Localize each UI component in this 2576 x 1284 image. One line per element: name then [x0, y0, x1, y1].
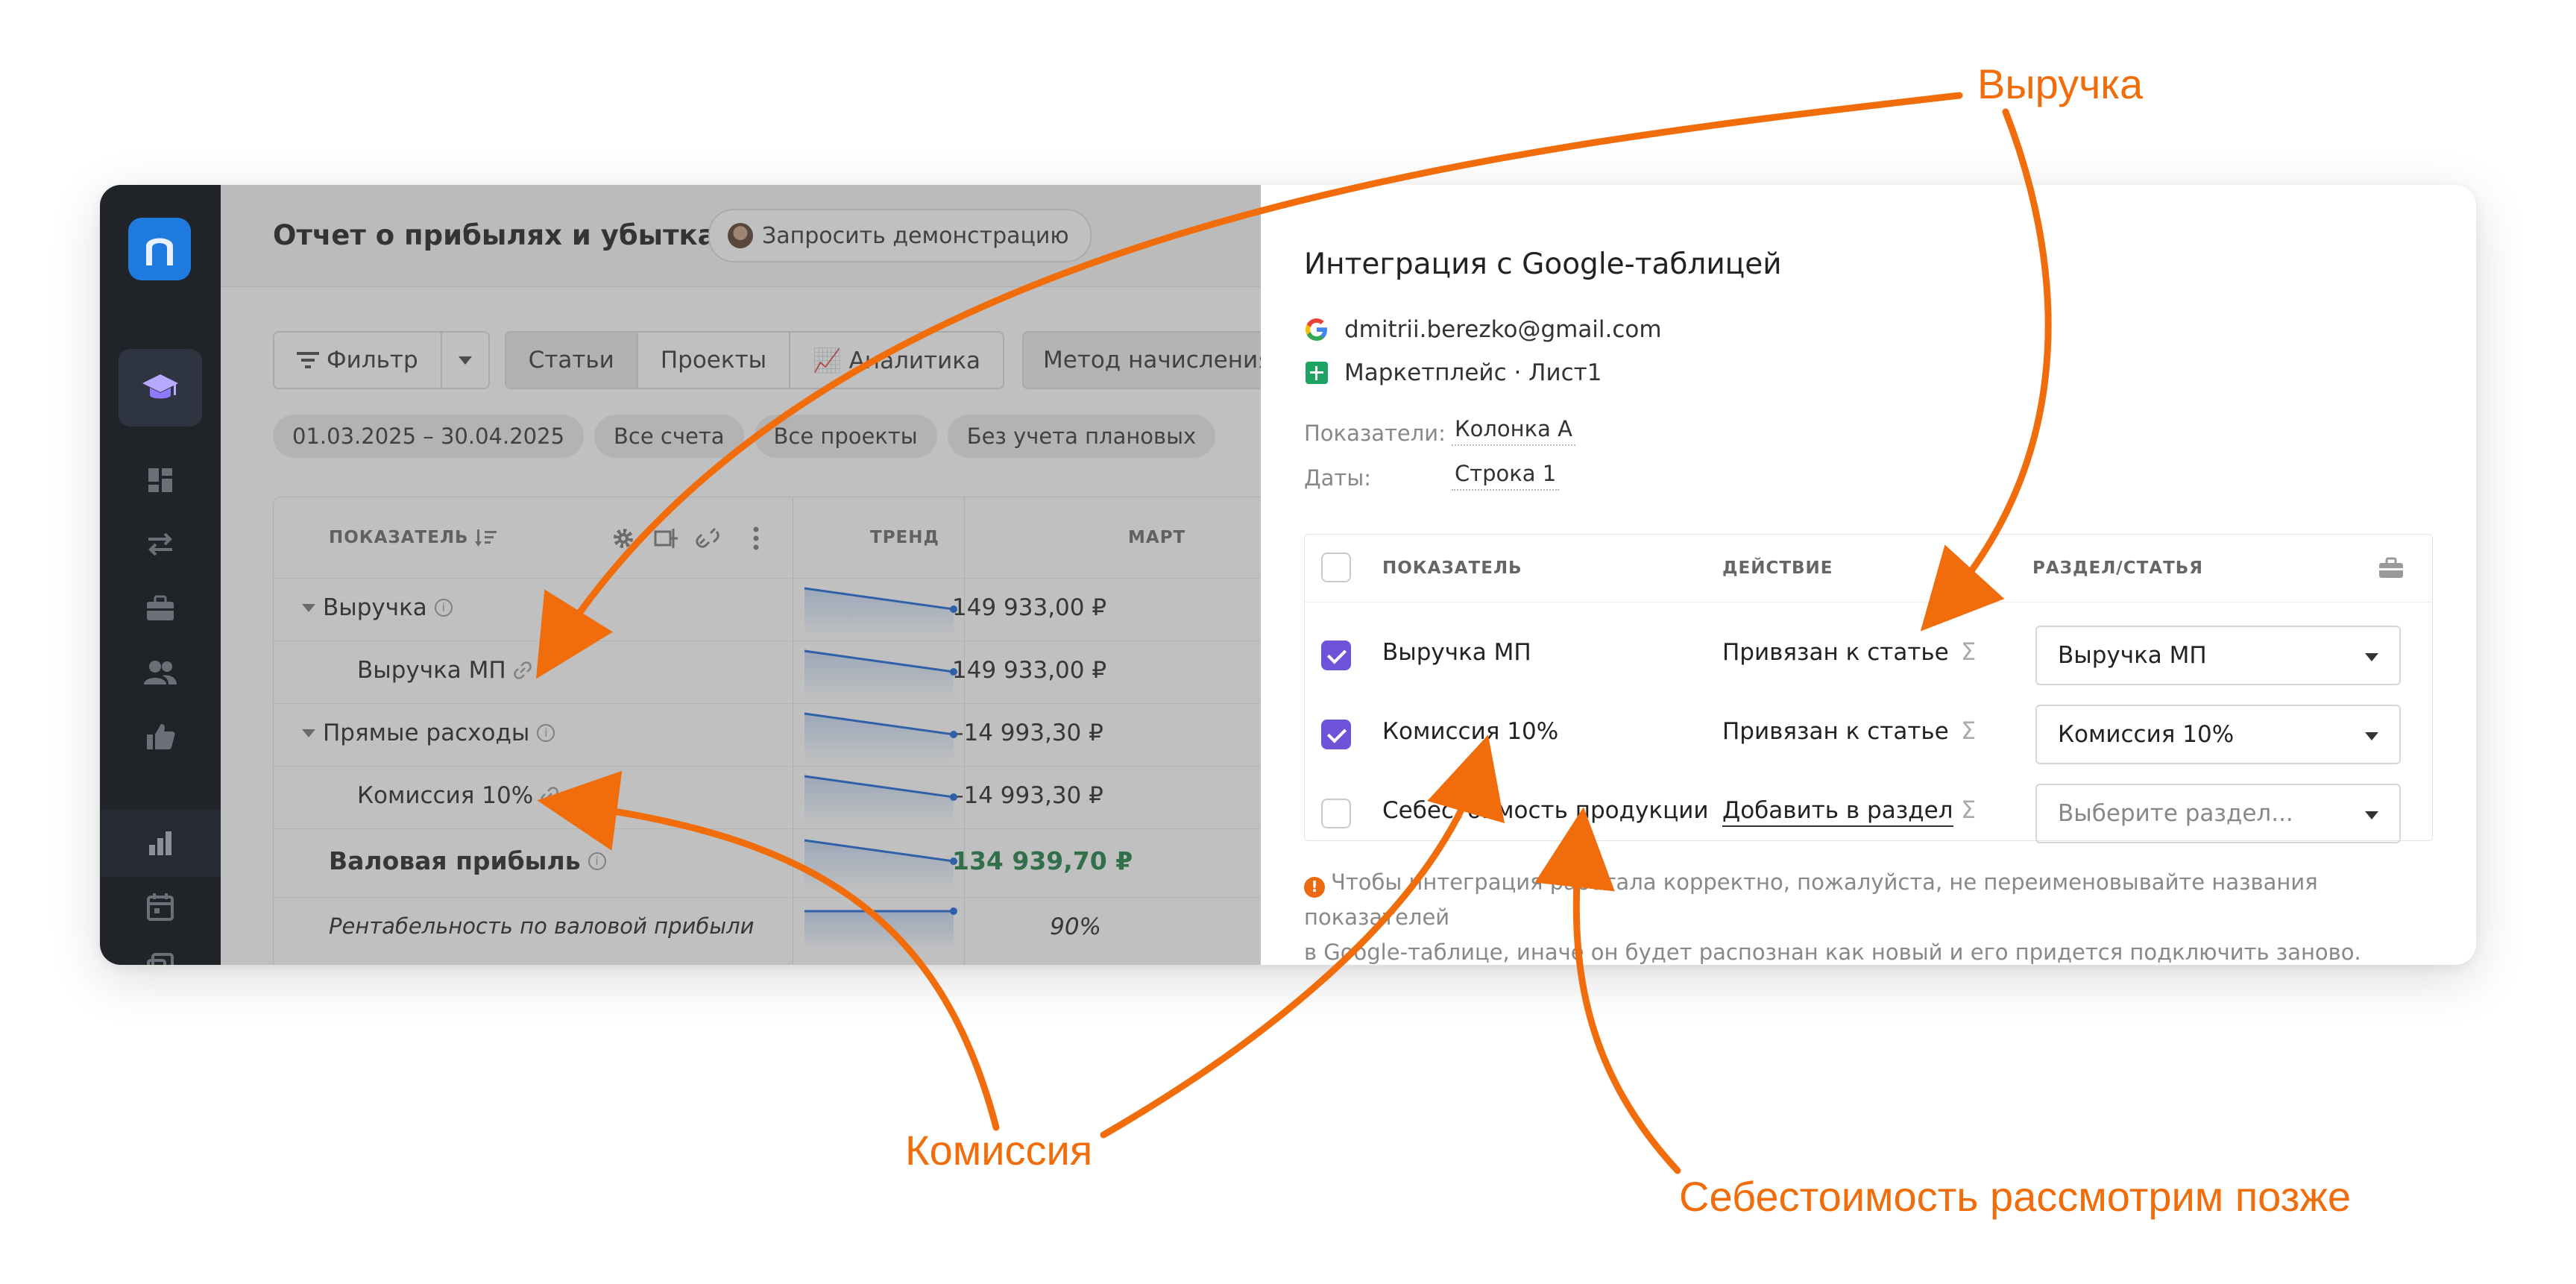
arrow-revenue-to-panel [1920, 108, 2052, 632]
arrow-commission-to-table [537, 770, 1000, 1131]
annotation-arrows [535, 92, 2052, 1174]
arrow-cost-to-panel [1534, 807, 1681, 1174]
arrow-commission-to-panel [1100, 734, 1505, 1139]
arrow-revenue-to-table [535, 92, 1963, 679]
